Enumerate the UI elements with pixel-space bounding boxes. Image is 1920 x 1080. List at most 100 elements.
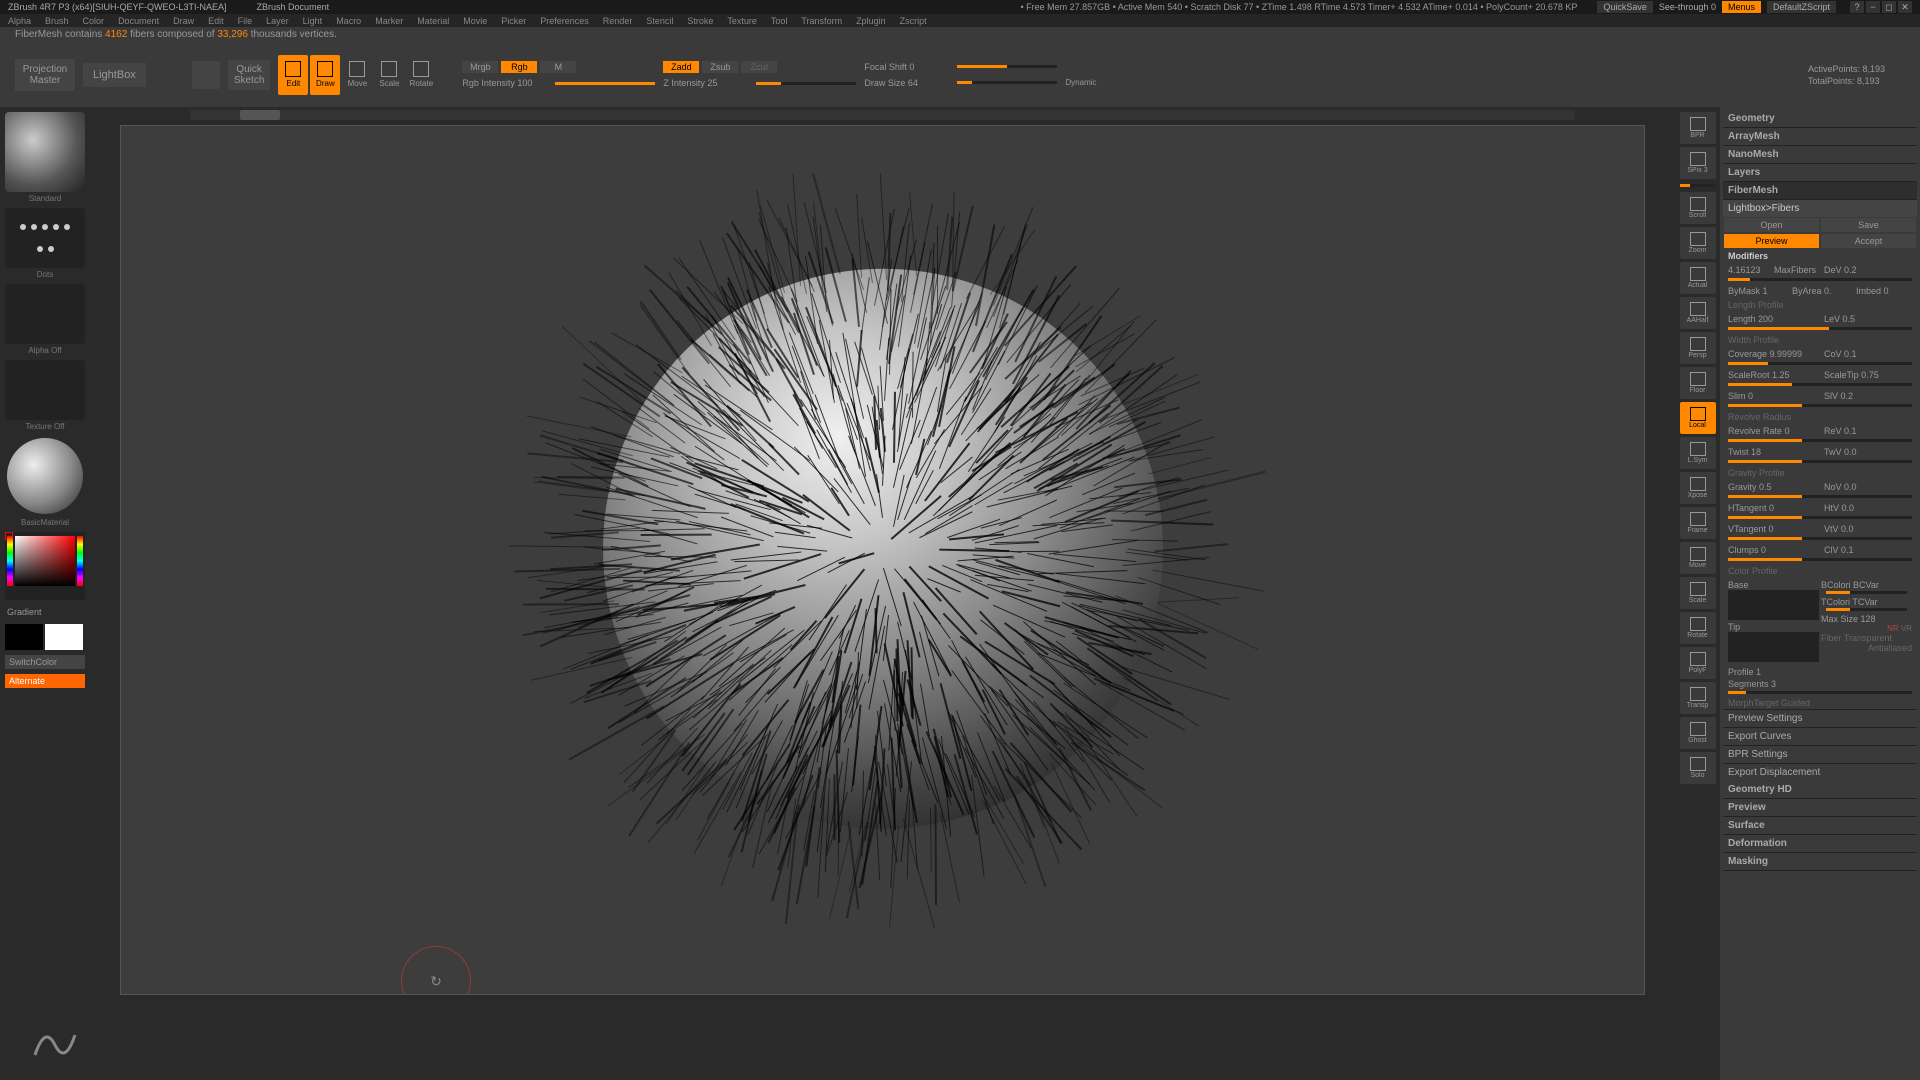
spix3-button[interactable]: SPix 3 — [1680, 147, 1716, 179]
modifiers-header[interactable]: Modifiers — [1723, 249, 1917, 263]
zadd-button[interactable]: Zadd — [663, 61, 699, 73]
texture-thumbnail[interactable] — [5, 360, 85, 420]
export-displacement-header[interactable]: Export Displacement — [1723, 763, 1917, 781]
scaletip-param[interactable]: ScaleTip 0.75 — [1821, 369, 1915, 381]
cov-param[interactable]: CoV 0.1 — [1821, 348, 1915, 360]
rotate-tool[interactable]: Rotate — [406, 55, 436, 95]
nov-param[interactable]: NoV 0.0 — [1821, 481, 1915, 493]
maxfibers-param[interactable]: 4.16123MaxFibers — [1725, 264, 1819, 276]
menus-toggle[interactable]: Menus — [1722, 1, 1761, 13]
geometry-header[interactable]: Geometry — [1723, 110, 1917, 128]
menu-render[interactable]: Render — [603, 16, 633, 26]
menu-zscript[interactable]: Zscript — [900, 16, 927, 26]
bymask-param[interactable]: ByMask 1 — [1725, 285, 1787, 297]
menu-marker[interactable]: Marker — [375, 16, 403, 26]
solo-button[interactable]: Solo — [1680, 752, 1716, 784]
byarea-param[interactable]: ByArea 0. — [1789, 285, 1851, 297]
length-slider[interactable] — [1728, 327, 1912, 330]
floor-button[interactable]: Floor — [1680, 367, 1716, 399]
scaleroot-param[interactable]: ScaleRoot 1.25 — [1725, 369, 1819, 381]
menu-document[interactable]: Document — [118, 16, 159, 26]
coverage-param[interactable]: Coverage 9.99999 — [1725, 348, 1819, 360]
alpha-thumbnail[interactable] — [5, 284, 85, 344]
rgb-intensity-slider[interactable] — [555, 82, 655, 85]
masking-header[interactable]: Masking — [1723, 853, 1917, 871]
scale-slider[interactable] — [1728, 383, 1912, 386]
quicksketch-icon[interactable] — [192, 61, 220, 89]
gravity-profile-header[interactable]: Gravity Profile — [1723, 466, 1917, 480]
menu-color[interactable]: Color — [83, 16, 105, 26]
htangent-param[interactable]: HTangent 0 — [1725, 502, 1819, 514]
open-button[interactable]: Open — [1724, 218, 1819, 232]
length-profile-header[interactable]: Length Profile — [1723, 298, 1917, 312]
m-button[interactable]: M — [540, 61, 576, 73]
xpose-button[interactable]: Xpose — [1680, 472, 1716, 504]
primary-color-swatch[interactable] — [45, 624, 83, 650]
help-icon[interactable]: ? — [1850, 1, 1864, 13]
projection-master-button[interactable]: Projection Master — [15, 59, 75, 91]
menu-transform[interactable]: Transform — [801, 16, 842, 26]
menu-stencil[interactable]: Stencil — [646, 16, 673, 26]
quicksave-button[interactable]: QuickSave — [1597, 1, 1653, 13]
dynamic-toggle[interactable]: Dynamic — [1065, 78, 1096, 87]
tcolor-slider[interactable] — [1826, 608, 1907, 611]
arraymesh-header[interactable]: ArrayMesh — [1723, 128, 1917, 146]
tcolor-param[interactable]: TColori TCVar — [1821, 597, 1912, 607]
menu-preferences[interactable]: Preferences — [540, 16, 589, 26]
htangent-slider[interactable] — [1728, 516, 1912, 519]
default-zscript[interactable]: DefaultZScript — [1767, 1, 1836, 13]
secondary-color-swatch[interactable] — [5, 624, 43, 650]
menu-movie[interactable]: Movie — [463, 16, 487, 26]
bcolor-param[interactable]: BColori BCVar — [1821, 580, 1912, 590]
persp-button[interactable]: Persp — [1680, 332, 1716, 364]
lsym-button[interactable]: L.Sym — [1680, 437, 1716, 469]
menu-texture[interactable]: Texture — [727, 16, 757, 26]
move-button[interactable]: Move — [1680, 542, 1716, 574]
clv-param[interactable]: ClV 0.1 — [1821, 544, 1915, 556]
focal-shift-slider[interactable] — [957, 65, 1057, 68]
bpr-button[interactable]: BPR — [1680, 112, 1716, 144]
coverage-slider[interactable] — [1728, 362, 1912, 365]
gradient-toggle[interactable]: Gradient — [5, 605, 85, 619]
scale-button[interactable]: Scale — [1680, 577, 1716, 609]
bpr-settings-header[interactable]: BPR Settings — [1723, 745, 1917, 763]
aahalf-button[interactable]: AAHalf — [1680, 297, 1716, 329]
restore-icon[interactable]: ◻ — [1882, 1, 1896, 13]
antialiased-toggle[interactable]: Antialiased — [1821, 643, 1912, 653]
close-icon[interactable]: ✕ — [1898, 1, 1912, 13]
save-button[interactable]: Save — [1821, 218, 1916, 232]
brush-thumbnail[interactable] — [5, 112, 85, 192]
z-intensity-slider[interactable] — [756, 82, 856, 85]
geometryhd-header[interactable]: Geometry HD — [1723, 781, 1917, 799]
slim-slider[interactable] — [1728, 404, 1912, 407]
polyf-button[interactable]: PolyF — [1680, 647, 1716, 679]
surface-header[interactable]: Surface — [1723, 817, 1917, 835]
menu-brush[interactable]: Brush — [45, 16, 69, 26]
scroll-button[interactable]: Scroll — [1680, 192, 1716, 224]
local-button[interactable]: Local — [1680, 402, 1716, 434]
rgb-button[interactable]: Rgb — [501, 61, 537, 73]
maxfibers-slider[interactable] — [1728, 278, 1912, 281]
preview-button[interactable]: Preview — [1724, 234, 1819, 248]
mrgb-button[interactable]: Mrgb — [462, 61, 498, 73]
vtv-param[interactable]: VtV 0.0 — [1821, 523, 1915, 535]
segments-slider[interactable] — [1728, 691, 1912, 694]
gravity-slider[interactable] — [1728, 495, 1912, 498]
vtangent-param[interactable]: VTangent 0 — [1725, 523, 1819, 535]
quicksketch-button[interactable]: Quick Sketch — [228, 60, 271, 90]
fibermesh-header[interactable]: FiberMesh — [1723, 182, 1917, 200]
preview-settings-header[interactable]: Preview Settings — [1723, 709, 1917, 727]
menu-layer[interactable]: Layer — [266, 16, 289, 26]
menu-edit[interactable]: Edit — [208, 16, 224, 26]
material-thumbnail[interactable] — [7, 438, 83, 514]
scale-tool[interactable]: Scale — [374, 55, 404, 95]
nanomesh-header[interactable]: NanoMesh — [1723, 146, 1917, 164]
profile1-param[interactable]: Profile 1 — [1723, 666, 1917, 678]
vtangent-slider[interactable] — [1728, 537, 1912, 540]
viewport[interactable] — [120, 125, 1645, 995]
maxsize-param[interactable]: Max Size 128 — [1821, 614, 1912, 624]
lightbox-button[interactable]: LightBox — [83, 63, 146, 87]
color-profile-header[interactable]: Color Profile — [1723, 564, 1917, 578]
rotate-button[interactable]: Rotate — [1680, 612, 1716, 644]
segments-param[interactable]: Segments 3 — [1723, 678, 1917, 690]
